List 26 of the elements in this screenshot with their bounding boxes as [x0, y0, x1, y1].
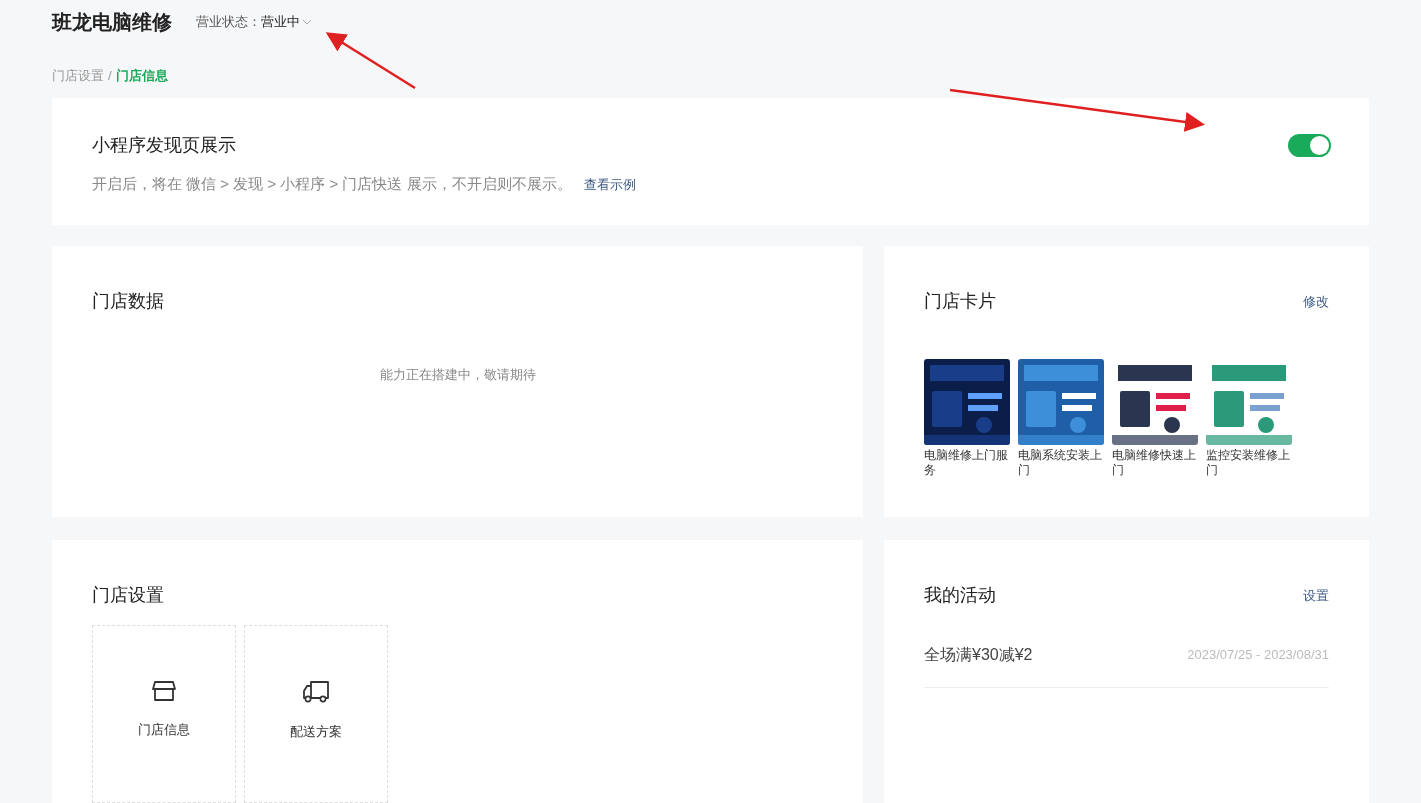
store-title: 班龙电脑维修 [52, 10, 172, 35]
toggle-switch[interactable] [1288, 134, 1331, 157]
status-dropdown[interactable]: 营业中 [261, 12, 312, 32]
settings-tile[interactable]: 配送方案 [244, 625, 388, 803]
section-title: 小程序发现页展示 [92, 134, 237, 157]
settings-link[interactable]: 设置 [1303, 585, 1329, 606]
section-title: 门店设置 [92, 584, 165, 607]
truck-icon [302, 680, 330, 704]
settings-tile[interactable]: 门店信息 [92, 625, 236, 803]
section-title: 门店数据 [92, 290, 165, 313]
activity-dates: 2023/07/25 - 2023/08/31 [1187, 646, 1329, 665]
section-title: 我的活动 [924, 584, 996, 607]
description-text: 开启后，将在 微信 > 发现 > 小程序 > 门店快送 展示，不开启则不展示。 [92, 174, 572, 194]
store-icon [151, 680, 177, 702]
card-caption: 电脑维修上门服务 [924, 448, 1009, 478]
example-link[interactable]: 查看示例 [583, 174, 636, 194]
chevron-down-icon [302, 19, 312, 25]
status-label: 营业状态： [196, 13, 261, 32]
breadcrumb-separator: / [108, 67, 112, 86]
section-title: 门店卡片 [924, 290, 996, 313]
card-caption: 监控安装维修上门 [1206, 448, 1291, 478]
edit-link[interactable]: 修改 [1303, 291, 1329, 312]
card-caption: 电脑系统安装上门 [1018, 448, 1103, 478]
empty-state-text: 能力正在搭建中，敬请期待 [379, 366, 536, 384]
activity-name: 全场满¥30减¥2 [924, 645, 1033, 665]
card-caption: 电脑维修快速上门 [1112, 448, 1197, 478]
